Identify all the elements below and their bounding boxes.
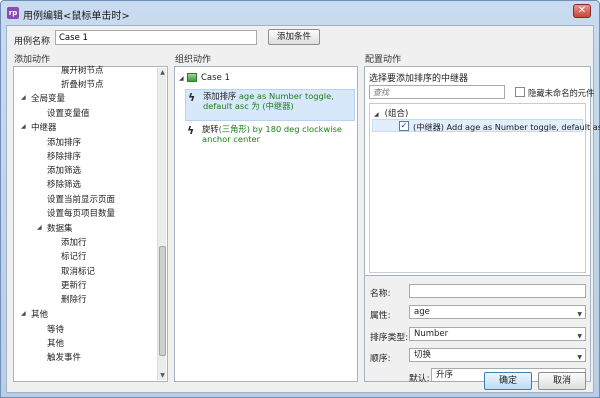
tree-item-update-row[interactable]: 更新行 [61, 279, 87, 291]
check-icon[interactable]: ✓ [399, 121, 409, 131]
tree-item-add-filter[interactable]: 添加筛选 [47, 164, 81, 176]
collapse-icon[interactable]: ◢ [21, 310, 26, 317]
group-label: (组合) [384, 109, 409, 119]
action-detail: (三角形) by 180 deg clockwise anchor center [202, 124, 343, 144]
default-label: 默认: [409, 374, 430, 384]
collapse-icon[interactable]: ◢ [37, 224, 42, 231]
tree-item-expand-node[interactable]: 展开树节点 [61, 64, 104, 76]
order-value: 切换 [414, 350, 432, 360]
tree-item-remove-filter[interactable]: 移除筛选 [47, 178, 81, 190]
tree-item-repeater[interactable]: 中继器 [31, 121, 57, 133]
vertical-scrollbar[interactable]: ▲ ▼ [157, 68, 166, 380]
action-rotate[interactable]: ϟ 旋转(三角形) by 180 deg clockwise anchor ce… [185, 123, 355, 147]
add-action-heading: 添加动作 [14, 55, 51, 65]
tree-item-add-sort[interactable]: 添加排序 [47, 136, 81, 148]
order-label: 顺序: [370, 354, 391, 364]
sort-type-value: Number [414, 329, 449, 339]
tree-item-collapse-node[interactable]: 折叠树节点 [61, 78, 104, 90]
ok-button[interactable]: 确定 [484, 372, 532, 390]
case-name-input[interactable] [55, 30, 257, 45]
collapse-icon[interactable]: ◢ [21, 94, 26, 101]
tree-item-fire-event[interactable]: 触发事件 [47, 351, 81, 363]
tree-item-dataset[interactable]: 数据集 [47, 222, 73, 234]
close-button[interactable]: ✕ [573, 4, 591, 18]
scroll-down-icon[interactable]: ▼ [158, 371, 167, 380]
attribute-value: age [414, 307, 430, 317]
dialog-body: 用例名称 添加条件 添加动作 组织动作 配置动作 展开树节点 折叠树节点 ◢ 全… [6, 25, 600, 393]
title-bar[interactable]: rp 用例编辑<鼠标单击时> ✕ [1, 1, 599, 25]
close-icon: ✕ [577, 5, 587, 16]
tree-item-delete-row[interactable]: 删除行 [61, 293, 87, 305]
name-label: 名称: [370, 289, 391, 299]
tree-item-other[interactable]: 其他 [47, 337, 64, 349]
repeater-item-label: (中继器) Add age as Number toggle, default … [413, 122, 600, 132]
lightning-icon: ϟ [187, 124, 195, 137]
dialog-window: rp 用例编辑<鼠标单击时> ✕ 用例名称 添加条件 添加动作 组织动作 配置动… [0, 0, 600, 398]
name-input[interactable] [409, 284, 586, 298]
action-name: 添加排序 [203, 91, 237, 101]
chevron-down-icon: ▼ [577, 311, 582, 318]
case-node[interactable]: ◢ Case 1 [179, 73, 230, 87]
tree-item-set-items-per-page[interactable]: 设置每页项目数量 [47, 207, 115, 219]
tree-item-global-variable[interactable]: 全局变量 [31, 92, 65, 104]
case-icon [187, 73, 197, 82]
tree-item-set-current-page[interactable]: 设置当前显示页面 [47, 193, 115, 205]
tree-item-other-group[interactable]: 其他 [31, 308, 48, 320]
cancel-button[interactable]: 取消 [538, 372, 586, 390]
repeater-selector: 选择要添加排序的中继器 隐藏未命名的元件 ◢ (组合) ✓ (中继器) Add a… [364, 66, 600, 276]
hide-unnamed-label: 隐藏未命名的元件 [528, 88, 595, 98]
action-tree-panel: 展开树节点 折叠树节点 ◢ 全局变量 设置变量值 ◢ 中继器 添加排序 移除排序… [13, 66, 168, 382]
sort-type-label: 排序类型: [370, 333, 409, 343]
tree-item-wait[interactable]: 等待 [47, 323, 64, 335]
search-input[interactable] [369, 85, 505, 99]
case-node-label: Case 1 [201, 73, 230, 83]
action-name: 旋转 [202, 124, 219, 134]
repeater-tree: ◢ (组合) ✓ (中继器) Add age as Number toggle, … [369, 103, 600, 273]
add-condition-button[interactable]: 添加条件 [268, 29, 320, 45]
collapse-icon[interactable]: ◢ [21, 123, 26, 130]
tree-item-set-variable[interactable]: 设置变量值 [47, 107, 90, 119]
attribute-select[interactable]: age ▼ [409, 305, 586, 319]
hide-unnamed-checkbox[interactable] [515, 87, 525, 97]
window-title: 用例编辑<鼠标单击时> [23, 11, 130, 22]
case-name-label: 用例名称 [14, 37, 51, 47]
group-node[interactable]: ◢ (组合) [374, 107, 408, 119]
attribute-label: 属性: [370, 311, 391, 321]
select-repeater-label: 选择要添加排序的中继器 [369, 74, 469, 84]
scroll-up-icon[interactable]: ▲ [158, 68, 167, 77]
configure-action-heading: 配置动作 [365, 55, 402, 65]
collapse-icon[interactable]: ◢ [179, 75, 184, 82]
sort-type-select[interactable]: Number ▼ [409, 327, 586, 341]
tree-item-add-row[interactable]: 添加行 [61, 236, 87, 248]
order-select[interactable]: 切换 ▼ [409, 348, 586, 362]
tree-item-unmark[interactable]: 取消标记 [61, 265, 95, 277]
chevron-down-icon: ▼ [577, 333, 582, 340]
default-value: 升序 [436, 370, 454, 380]
tree-item-remove-sort[interactable]: 移除排序 [47, 150, 81, 162]
lightning-icon: ϟ [188, 91, 196, 104]
chevron-down-icon: ▼ [577, 354, 582, 361]
tree-item-mark-row[interactable]: 标记行 [61, 250, 87, 262]
app-icon: rp [7, 7, 19, 19]
repeater-item[interactable]: ✓ (中继器) Add age as Number toggle, defaul… [372, 119, 600, 132]
organize-actions-panel: ◢ Case 1 ϟ 添加排序 age as Number toggle, de… [174, 66, 358, 382]
organize-action-heading: 组织动作 [175, 55, 212, 65]
action-add-sort[interactable]: ϟ 添加排序 age as Number toggle, default asc… [185, 89, 355, 121]
collapse-icon[interactable]: ◢ [374, 111, 379, 118]
scroll-thumb[interactable] [159, 246, 166, 356]
